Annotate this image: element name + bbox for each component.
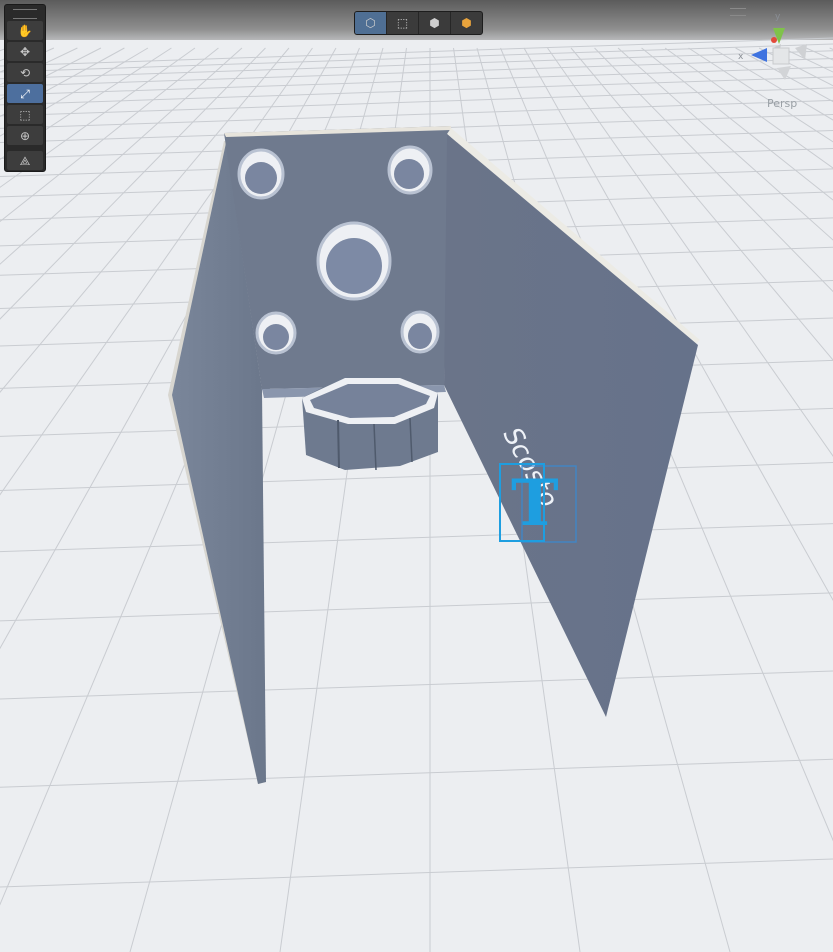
- scene-viewport[interactable]: Scosto T: [0, 0, 833, 952]
- rotate-tool-button[interactable]: ⟲: [7, 63, 43, 82]
- view-orange-button[interactable]: ⬢: [451, 12, 482, 34]
- tools-panel: ✋ ✥ ⟲ ⤢ ⬚ ⊕ ⟁: [4, 4, 46, 172]
- hole-bottom-right: [400, 310, 440, 354]
- gizmo-center-cube[interactable]: [772, 47, 790, 65]
- hand-tool-button[interactable]: ✋: [7, 21, 43, 40]
- cube-orange-icon: ⬢: [461, 16, 472, 30]
- cube-outline-icon: ⬡: [365, 16, 376, 30]
- move-tool-button[interactable]: ✥: [7, 42, 43, 61]
- gizmo-right-cone[interactable]: [795, 44, 807, 60]
- gizmo-x-cone[interactable]: [751, 48, 767, 62]
- transform-tool-button[interactable]: ⊕: [7, 126, 43, 145]
- hole-bottom-left: [255, 311, 297, 355]
- move-icon: ✥: [19, 44, 31, 59]
- gizmo-origin-dot: [771, 37, 777, 43]
- text-gizmo-glyph: T: [511, 466, 559, 541]
- cube-shaded-icon: ⬢: [429, 16, 440, 30]
- rect-tool-button[interactable]: ⬚: [7, 105, 43, 124]
- hole-top-left: [237, 148, 285, 200]
- gizmo-x-label: x: [738, 52, 744, 62]
- scale-tool-button[interactable]: ⤢: [7, 84, 43, 103]
- custom-tool-button[interactable]: ⟁: [7, 151, 43, 170]
- view-toolbar: ⬡ ⬚ ⬢ ⬢: [354, 11, 483, 35]
- gizmo-y-label: y: [775, 12, 781, 22]
- rect-transform-icon: ⬚: [19, 107, 31, 122]
- scale-icon: ⤢: [20, 86, 30, 101]
- hand-icon: ✋: [17, 23, 33, 38]
- view-rect-button[interactable]: ⬚: [387, 12, 419, 34]
- rotate-icon: ⟲: [19, 65, 31, 80]
- gizmo-bottom-cone[interactable]: [777, 66, 791, 80]
- octagonal-cylinder[interactable]: [302, 376, 438, 471]
- view-shaded-button[interactable]: ⬢: [419, 12, 451, 34]
- hole-top-right: [387, 145, 433, 195]
- orientation-gizmo[interactable]: y x: [735, 10, 830, 95]
- view-3d-button[interactable]: ⬡: [355, 12, 387, 34]
- rect-select-icon: ⬚: [396, 16, 409, 30]
- transform-icon: ⊕: [19, 128, 31, 143]
- hole-center: [316, 221, 392, 301]
- projection-label[interactable]: Persp: [767, 97, 797, 110]
- custom-tool-icon: ⟁: [19, 153, 31, 168]
- tools-panel-grip[interactable]: [13, 9, 37, 19]
